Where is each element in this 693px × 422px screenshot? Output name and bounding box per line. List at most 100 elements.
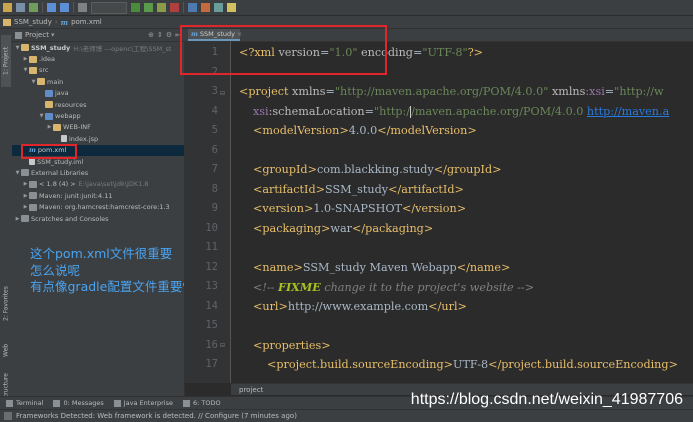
event-log-icon[interactable] [4,412,12,420]
line-number: 3 [211,85,218,97]
open-folder-icon[interactable] [3,3,12,12]
annotation-line: 这个pom.xml文件很重要 [30,246,173,261]
jsp-file-icon [61,135,67,143]
project-panel-title[interactable]: Project [25,31,49,39]
tool-tab-favorites[interactable]: 2: Favorites [1,279,11,329]
run-config-select[interactable] [91,1,127,14]
xml-token: > [467,124,477,137]
sync-icon[interactable] [29,3,38,12]
expand-arrow-icon[interactable]: ▶ [14,216,21,222]
run-icon[interactable] [131,3,140,12]
tool-tab-messages[interactable]: 0: Messages [53,399,104,407]
expand-arrow-icon[interactable]: ▶ [22,193,29,199]
forward-arrow-icon[interactable] [60,3,69,12]
xml-token: > [454,182,464,196]
tree-item-jdk[interactable]: ▶ < 1.8 (4) > E:\java\set\jdk\JDK1.8 [12,179,184,190]
xml-tag: version [415,202,457,215]
tool-tab-terminal[interactable]: Terminal [6,399,43,407]
tree-item-resources[interactable]: resources [12,99,184,110]
xml-tag: groupId [262,163,308,176]
code-editor[interactable]: <?xml version="1.0" encoding="UTF-8"?> <… [231,41,693,383]
tree-item-external-libraries[interactable]: ▼ External Libraries [12,167,184,178]
sdk-icon[interactable] [201,3,210,12]
tree-item-label: .idea [39,55,55,64]
code-line: <properties> [253,339,331,352]
stop-icon[interactable] [170,3,179,12]
tree-item-label: src [39,66,49,75]
expand-arrow-icon[interactable]: ▼ [30,79,37,85]
xml-text: com.blackking.study [316,163,434,176]
tree-item-webapp[interactable]: ▼ webapp [12,110,184,121]
save-icon[interactable] [16,3,25,12]
tree-item-path: H:\老师博 ---openc\工程\SSM_st [73,44,172,53]
editor-breadcrumb-item[interactable]: project [239,386,263,394]
expand-arrow-icon[interactable]: ▼ [14,45,21,51]
line-number: 9 [211,202,218,214]
locate-icon[interactable]: ⊕ [148,31,154,39]
tree-item-src[interactable]: ▼ src [12,65,184,76]
line-number: 17 [205,358,218,370]
xml-comment: --> [517,281,535,294]
tool-tab-todo[interactable]: 6: TODO [183,399,221,407]
tree-item-junit[interactable]: ▶ Maven: junit:junit:4.11 [12,190,184,201]
tree-item-scratches[interactable]: ▶ Scratches and Consoles [12,213,184,224]
expand-arrow-icon[interactable]: ▶ [46,124,53,130]
collapse-icon[interactable]: ⇕ [157,31,163,39]
line-number: 4 [211,104,218,117]
xml-tag: packaging [262,221,322,235]
breadcrumb-file[interactable]: pom.xml [71,18,102,26]
tree-item-java[interactable]: java [12,88,184,99]
tree-item-hamcrest[interactable]: ▶ Maven: org.hamcrest:hamcrest-core:1.3 [12,201,184,212]
back-arrow-icon[interactable] [47,3,56,12]
xml-text: 1.0-SNAPSHOT [313,202,402,215]
tree-item-web-inf[interactable]: ▶ WEB-INF [12,122,184,133]
xml-token: < [253,202,263,215]
tree-item-index-jsp[interactable]: index.jsp [12,133,184,144]
web-folder-icon [45,112,53,120]
dropdown-arrow-icon[interactable]: ▾ [51,31,55,39]
tree-item-idea[interactable]: ▶ .idea [12,53,184,64]
expand-arrow-icon[interactable]: ▼ [38,113,45,119]
line-number: 12 [205,260,218,273]
fold-icon[interactable]: ⊟ [220,342,227,349]
project-structure-icon[interactable] [188,3,197,12]
xml-token: < [267,358,277,371]
code-line: <name>SSM_study Maven Webapp</name> [253,261,510,274]
xml-token: </ [388,182,402,196]
breadcrumb-project[interactable]: SSM_study [14,18,52,26]
tool-tab-label: 0: Messages [63,399,104,407]
fold-icon[interactable]: ⊟ [220,90,227,97]
tool-tab-web[interactable]: Web [1,336,11,364]
tool-tab-java-enterprise[interactable]: Java Enterprise [113,399,173,407]
xml-token: </ [433,163,447,176]
debug-icon[interactable] [144,3,153,12]
xml-link[interactable]: http://maven.a [587,105,669,118]
expand-arrow-icon[interactable]: ▶ [22,56,29,62]
xml-token: > [278,299,288,313]
expand-arrow-icon[interactable]: ▶ [22,181,29,187]
expand-arrow-icon[interactable]: ▼ [22,67,29,73]
xml-value: "http://maven.apache.org/POM/4.0.0" [334,85,549,98]
xml-value: /maven.apache.org/POM/4.0.0 [411,104,587,118]
folder-icon [29,55,37,63]
xml-token: > [423,221,434,235]
tree-item-label: Maven: junit:junit:4.11 [39,191,113,200]
expand-arrow-icon[interactable]: ▼ [14,170,21,176]
hammer-icon[interactable] [78,3,87,12]
vcs-icon[interactable] [227,3,236,12]
tree-item-label: Maven: org.hamcrest:hamcrest-core:1.3 [39,203,170,212]
xml-token: < [253,163,263,176]
tool-tab-project[interactable]: 1: Project [1,35,11,87]
xml-text: http://www.example.com [287,299,429,313]
tree-item-main[interactable]: ▼ main [12,76,184,87]
gear-icon[interactable]: ⚙ [166,31,172,39]
expand-arrow-icon[interactable]: ▶ [22,204,29,210]
xml-tag: name [469,260,501,274]
coverage-icon[interactable] [157,3,166,12]
scratches-icon [21,215,29,223]
tree-item-ssm-study[interactable]: ▼ SSM_study H:\老师博 ---openc\工程\SSM_st [12,42,184,53]
settings-icon[interactable] [214,3,223,12]
xml-token: > [443,358,454,371]
tree-item-label: External Libraries [31,168,89,177]
status-text[interactable]: Frameworks Detected: Web framework is de… [16,412,297,420]
